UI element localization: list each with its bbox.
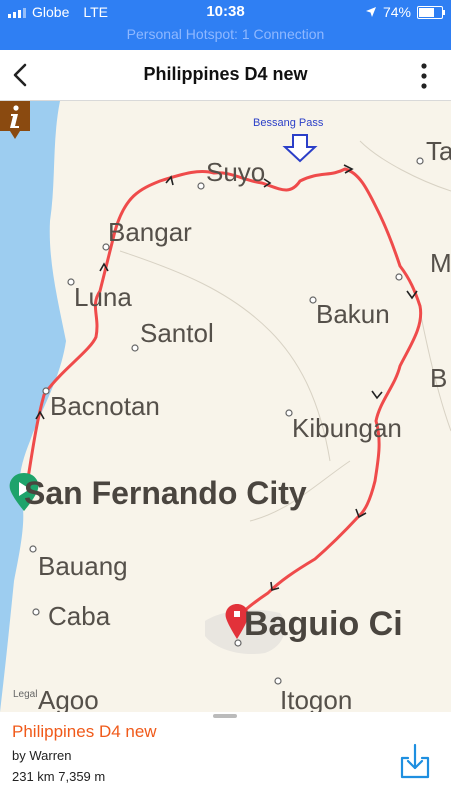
place-dot [42, 387, 50, 395]
location-arrow-icon [365, 7, 376, 17]
page-title: Philippines D4 new [143, 64, 308, 84]
more-button[interactable] [419, 62, 429, 90]
place-label-baguio: Baguio Ci [244, 605, 403, 643]
route-info-panel[interactable]: Philippines D4 new by Warren 231 km 7,35… [0, 712, 451, 800]
place-dot [29, 545, 37, 553]
place-label-bangar: Bangar [108, 217, 192, 247]
download-icon [400, 743, 430, 779]
place-label-santol: Santol [140, 318, 214, 348]
route-author: by Warren [12, 748, 72, 763]
place-label-bakun: Bakun [316, 299, 390, 329]
status-right: 74% [365, 4, 445, 20]
place-label-ta: Ta [426, 136, 451, 166]
place-dot [416, 157, 424, 165]
place-label-itogon: Itogon [280, 685, 353, 712]
place-label-kibungan: Kibungan [292, 413, 402, 443]
status-bar: Globe LTE 10:38 74% Personal Hotspot: 1 … [0, 0, 451, 50]
download-button[interactable] [398, 742, 432, 780]
place-label-bauang: Bauang [38, 551, 128, 581]
place-dot [395, 273, 403, 281]
place-dot [197, 182, 205, 190]
place-label-b: B [430, 363, 448, 393]
hotspot-banner[interactable]: Personal Hotspot: 1 Connection [0, 26, 451, 42]
more-vertical-icon [421, 63, 427, 89]
route-stats: 231 km 7,359 m [12, 769, 106, 784]
battery-percent: 74% [382, 4, 411, 20]
place-label-ma: Ma [430, 248, 451, 278]
route-name: Philippines D4 new [12, 722, 157, 741]
battery-icon [417, 5, 445, 19]
place-dot [274, 677, 282, 685]
bessang-pass-label: Bessang Pass [253, 117, 324, 129]
nav-bar: Philippines D4 new [0, 50, 451, 101]
place-dot [131, 344, 139, 352]
place-label-san-fernando: San Fernando City [24, 475, 307, 511]
map-legal-link[interactable]: Legal [13, 689, 37, 700]
place-label-bacnotan: Bacnotan [50, 391, 160, 421]
place-label-agoo: Agoo [38, 685, 99, 712]
place-label-suyo: Suyo [206, 157, 266, 187]
place-label-luna: Luna [74, 282, 132, 312]
route-arrow [371, 390, 383, 400]
panel-drag-handle[interactable] [213, 714, 237, 718]
route-map[interactable]: Bessang Pass Suyo Ta Bangar Ma Luna Baku… [0, 101, 451, 712]
bessang-pass-arrow-icon [282, 134, 318, 163]
place-label-caba: Caba [48, 601, 111, 631]
place-dot [32, 608, 40, 616]
info-icon [0, 101, 30, 139]
info-marker[interactable] [0, 101, 30, 139]
place-dot [234, 639, 242, 647]
